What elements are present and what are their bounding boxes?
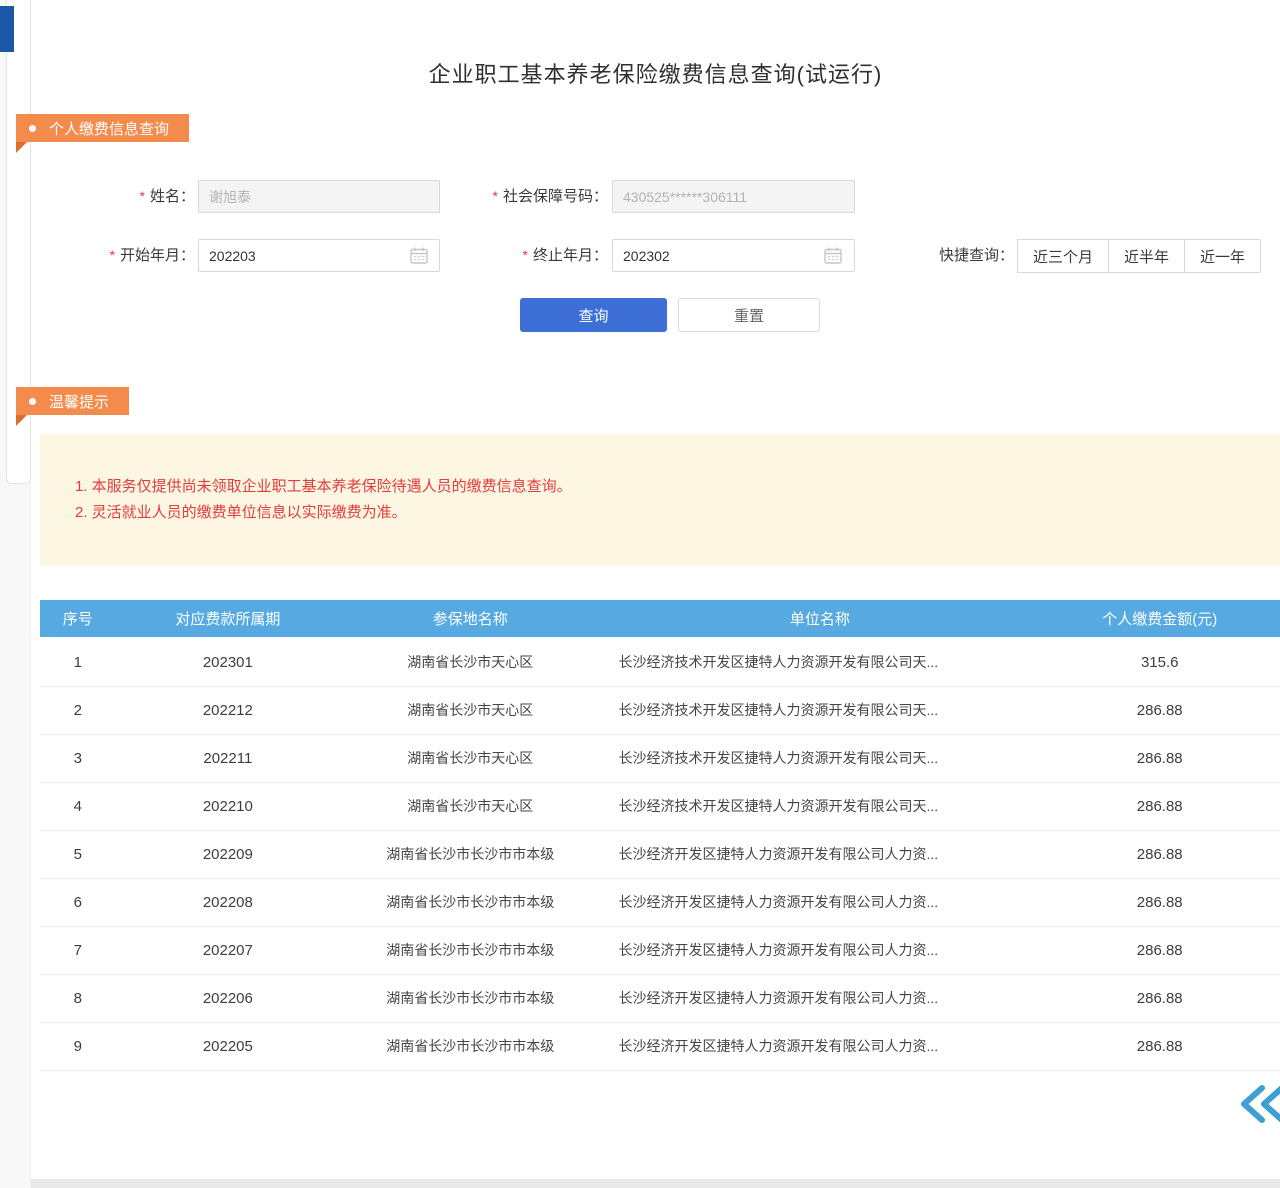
calendar-icon[interactable] [824, 247, 842, 264]
row-company: 长沙经济开发区捷特人力资源开发有限公司人力资... [600, 1022, 1039, 1070]
notice-box: 1. 本服务仅提供尚未领取企业职工基本养老保险待遇人员的缴费信息查询。 2. 灵… [40, 434, 1280, 566]
reset-button[interactable]: 重置 [678, 298, 820, 332]
section-badge-label: 个人缴费信息查询 [49, 118, 169, 139]
row-index: 8 [40, 974, 116, 1022]
row-company: 长沙经济开发区捷特人力资源开发有限公司人力资... [600, 926, 1039, 974]
query-button[interactable]: 查询 [520, 298, 667, 332]
row-company: 长沙经济开发区捷特人力资源开发有限公司人力资... [600, 878, 1039, 926]
social-security-number-input[interactable] [612, 180, 855, 213]
row-index: 7 [40, 926, 116, 974]
badge-fold-decoration [16, 142, 27, 153]
row-amount: 315.6 [1039, 638, 1280, 686]
row-amount: 286.88 [1039, 782, 1280, 830]
quick-range-button[interactable]: 近半年 [1108, 239, 1185, 273]
row-area: 湖南省长沙市天心区 [340, 686, 600, 734]
row-index: 1 [40, 638, 116, 686]
start-month-field-label: *开始年月： [60, 239, 195, 272]
badge-fold-decoration [16, 415, 27, 426]
row-period: 202210 [116, 782, 340, 830]
row-amount: 286.88 [1039, 686, 1280, 734]
row-index: 5 [40, 830, 116, 878]
notice-line: 1. 本服务仅提供尚未领取企业职工基本养老保险待遇人员的缴费信息查询。 [75, 474, 1260, 500]
required-mark: * [110, 247, 115, 263]
section-badge-tips: 温馨提示 [16, 387, 129, 415]
table-row: 5 202209 湖南省长沙市长沙市市本级 长沙经济开发区捷特人力资源开发有限公… [40, 830, 1280, 878]
section-badge-personal-query: 个人缴费信息查询 [16, 114, 189, 142]
table-row: 7 202207 湖南省长沙市长沙市市本级 长沙经济开发区捷特人力资源开发有限公… [40, 926, 1280, 974]
row-period: 202205 [116, 1022, 340, 1070]
name-input[interactable] [198, 180, 440, 213]
ssn-field-label: *社会保障号码： [430, 180, 608, 213]
row-amount: 286.88 [1039, 878, 1280, 926]
section-badge-label: 温馨提示 [49, 391, 109, 412]
notice-line: 2. 灵活就业人员的缴费单位信息以实际缴费为准。 [75, 500, 1260, 526]
quick-range-button[interactable]: 近三个月 [1017, 239, 1109, 273]
payments-table: 序号对应费款所属期参保地名称单位名称个人缴费金额(元) 1 202301 湖南省… [40, 600, 1280, 1071]
name-field-label: *姓名： [60, 180, 195, 213]
row-company: 长沙经济技术开发区捷特人力资源开发有限公司天... [600, 638, 1039, 686]
calendar-icon[interactable] [410, 247, 428, 264]
quick-query-group: 近三个月近半年近一年 [1017, 239, 1261, 273]
row-company: 长沙经济技术开发区捷特人力资源开发有限公司天... [600, 734, 1039, 782]
bullet-icon [29, 398, 36, 405]
payments-table-body: 1 202301 湖南省长沙市天心区 长沙经济技术开发区捷特人力资源开发有限公司… [40, 638, 1280, 1070]
table-header-row: 序号对应费款所属期参保地名称单位名称个人缴费金额(元) [40, 600, 1280, 638]
column-header: 单位名称 [600, 600, 1039, 638]
row-period: 202301 [116, 638, 340, 686]
required-mark: * [493, 188, 498, 204]
column-header: 参保地名称 [340, 600, 600, 638]
table-row: 1 202301 湖南省长沙市天心区 长沙经济技术开发区捷特人力资源开发有限公司… [40, 638, 1280, 686]
row-index: 4 [40, 782, 116, 830]
row-company: 长沙经济技术开发区捷特人力资源开发有限公司天... [600, 782, 1039, 830]
row-area: 湖南省长沙市长沙市市本级 [340, 830, 600, 878]
row-area: 湖南省长沙市长沙市市本级 [340, 1022, 600, 1070]
bottom-scrollbar-track[interactable] [31, 1179, 1280, 1188]
row-period: 202207 [116, 926, 340, 974]
start-month-input[interactable] [198, 239, 440, 272]
row-area: 湖南省长沙市天心区 [340, 734, 600, 782]
row-index: 2 [40, 686, 116, 734]
table-row: 4 202210 湖南省长沙市天心区 长沙经济技术开发区捷特人力资源开发有限公司… [40, 782, 1280, 830]
column-header: 序号 [40, 600, 116, 638]
row-area: 湖南省长沙市长沙市市本级 [340, 974, 600, 1022]
row-company: 长沙经济开发区捷特人力资源开发有限公司人力资... [600, 830, 1039, 878]
row-area: 湖南省长沙市长沙市市本级 [340, 926, 600, 974]
row-period: 202211 [116, 734, 340, 782]
row-amount: 286.88 [1039, 734, 1280, 782]
row-amount: 286.88 [1039, 1022, 1280, 1070]
column-header: 对应费款所属期 [116, 600, 340, 638]
sidebar-blue-block [0, 6, 14, 52]
pension-payment-query-page: 企业职工基本养老保险缴费信息查询(试运行) 个人缴费信息查询 *姓名： *社会保… [0, 0, 1280, 1188]
row-period: 202209 [116, 830, 340, 878]
page-title: 企业职工基本养老保险缴费信息查询(试运行) [31, 57, 1280, 89]
row-area: 湖南省长沙市天心区 [340, 782, 600, 830]
column-header: 个人缴费金额(元) [1039, 600, 1280, 638]
row-period: 202208 [116, 878, 340, 926]
row-company: 长沙经济技术开发区捷特人力资源开发有限公司天... [600, 686, 1039, 734]
row-index: 9 [40, 1022, 116, 1070]
required-mark: * [523, 247, 528, 263]
table-row: 9 202205 湖南省长沙市长沙市市本级 长沙经济开发区捷特人力资源开发有限公… [40, 1022, 1280, 1070]
end-month-field-label: *终止年月： [430, 239, 608, 272]
quick-query-label: 快捷查询： [914, 239, 1014, 272]
row-period: 202212 [116, 686, 340, 734]
row-amount: 286.88 [1039, 830, 1280, 878]
row-index: 3 [40, 734, 116, 782]
bullet-icon [29, 125, 36, 132]
row-area: 湖南省长沙市天心区 [340, 638, 600, 686]
row-amount: 286.88 [1039, 974, 1280, 1022]
table-row: 6 202208 湖南省长沙市长沙市市本级 长沙经济开发区捷特人力资源开发有限公… [40, 878, 1280, 926]
table-row: 2 202212 湖南省长沙市天心区 长沙经济技术开发区捷特人力资源开发有限公司… [40, 686, 1280, 734]
row-area: 湖南省长沙市长沙市市本级 [340, 878, 600, 926]
row-company: 长沙经济开发区捷特人力资源开发有限公司人力资... [600, 974, 1039, 1022]
quick-range-button[interactable]: 近一年 [1184, 239, 1261, 273]
end-month-input[interactable] [612, 239, 855, 272]
table-row: 8 202206 湖南省长沙市长沙市市本级 长沙经济开发区捷特人力资源开发有限公… [40, 974, 1280, 1022]
row-amount: 286.88 [1039, 926, 1280, 974]
collapse-left-icon[interactable] [1236, 1083, 1280, 1125]
table-row: 3 202211 湖南省长沙市天心区 长沙经济技术开发区捷特人力资源开发有限公司… [40, 734, 1280, 782]
row-index: 6 [40, 878, 116, 926]
row-period: 202206 [116, 974, 340, 1022]
required-mark: * [140, 188, 145, 204]
